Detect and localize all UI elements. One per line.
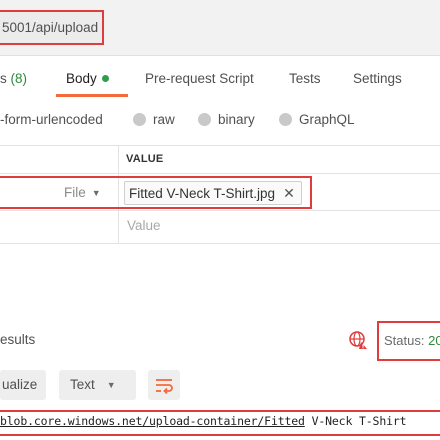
response-body-text: V-Neck T-Shirt xyxy=(304,414,407,428)
radio-label: binary xyxy=(218,112,255,127)
response-url-link[interactable]: blob.core.windows.net/upload-container/F… xyxy=(0,414,305,428)
file-name: Fitted V-Neck T-Shirt.jpg xyxy=(129,186,276,201)
status-code: 20 xyxy=(428,333,440,348)
chevron-down-icon: ▼ xyxy=(106,380,116,390)
format-label: Text xyxy=(70,377,95,392)
chevron-down-icon: ▼ xyxy=(91,188,101,198)
tab-count-badge: (8) xyxy=(10,71,28,86)
tab-tests[interactable]: Tests xyxy=(289,71,321,86)
radio-circle-icon xyxy=(133,113,146,126)
modified-dot-icon xyxy=(101,75,109,82)
tab-label: Body xyxy=(66,71,97,86)
visualize-button[interactable]: ualize xyxy=(0,370,46,400)
radio-circle-icon xyxy=(198,113,211,126)
close-icon[interactable]: ✕ xyxy=(283,185,295,201)
request-url-input[interactable]: 5001/api/upload xyxy=(0,10,105,45)
table-header-border xyxy=(0,173,440,174)
tab-label: s xyxy=(0,71,7,86)
radio-circle-icon xyxy=(279,113,292,126)
globe-icon[interactable] xyxy=(348,330,368,350)
format-select[interactable]: Text ▼ xyxy=(59,370,136,400)
request-tabs: s (8) Body Pre-request Script Tests Sett… xyxy=(0,56,440,98)
tab-headers[interactable]: s (8) xyxy=(0,71,27,86)
test-results-tab[interactable]: esults xyxy=(0,332,35,347)
radio-graphql[interactable]: GraphQL xyxy=(279,112,355,127)
file-chip[interactable]: Fitted V-Neck T-Shirt.jpg ✕ xyxy=(124,181,302,205)
radio-label: raw xyxy=(153,112,175,127)
wrap-lines-icon xyxy=(156,379,173,395)
table-row-border xyxy=(0,210,440,211)
table-bottom-border xyxy=(0,243,440,244)
status-indicator: Status: 20 xyxy=(377,321,440,361)
table-top-border xyxy=(0,145,440,146)
tab-settings[interactable]: Settings xyxy=(353,71,402,86)
radio-raw[interactable]: raw xyxy=(133,112,175,127)
radio-label: GraphQL xyxy=(299,112,355,127)
value-column-header: VALUE xyxy=(126,153,164,165)
key-type-label: File xyxy=(64,185,86,200)
body-mode-radios: -form-urlencoded raw binary GraphQL xyxy=(0,104,440,136)
wrap-lines-button[interactable] xyxy=(148,370,180,400)
value-input[interactable]: Value xyxy=(127,218,161,233)
tab-pre-request-script[interactable]: Pre-request Script xyxy=(145,71,254,86)
active-tab-underline xyxy=(56,94,128,97)
tab-body[interactable]: Body xyxy=(66,71,109,86)
key-type-select[interactable]: File ▼ xyxy=(64,185,101,200)
response-body: blob.core.windows.net/upload-container/F… xyxy=(0,414,407,428)
radio-x-www-form-urlencoded[interactable]: -form-urlencoded xyxy=(0,112,103,127)
status-label: Status: xyxy=(384,333,425,348)
radio-binary[interactable]: binary xyxy=(198,112,255,127)
